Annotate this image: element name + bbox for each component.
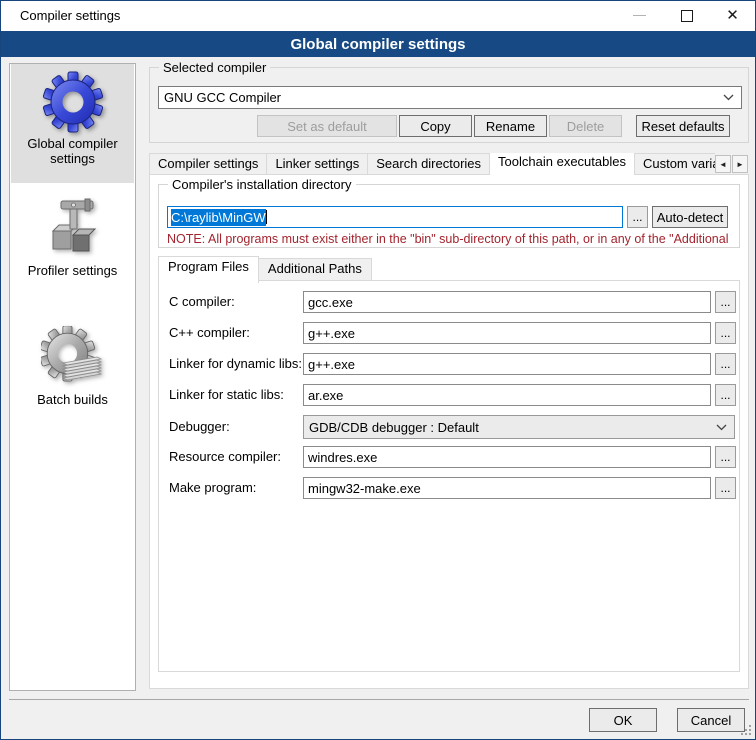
tab-toolchain-executables[interactable]: Toolchain executables bbox=[490, 153, 635, 175]
linker-dynamic-input[interactable] bbox=[303, 353, 711, 375]
bin-subdirectory-note: NOTE: All programs must exist either in … bbox=[167, 232, 733, 246]
compiler-select-value: GNU GCC Compiler bbox=[164, 90, 281, 105]
minimize-icon bbox=[633, 15, 646, 16]
linker-static-browse-button[interactable]: ... bbox=[715, 384, 736, 406]
linker-dynamic-browse-button[interactable]: ... bbox=[715, 353, 736, 375]
c-compiler-browse-button[interactable]: ... bbox=[715, 291, 736, 313]
tab-linker-settings[interactable]: Linker settings bbox=[267, 153, 368, 175]
sidebar-item-label: Batch builds bbox=[11, 392, 134, 407]
c-compiler-input[interactable] bbox=[303, 291, 711, 313]
tab-search-directories[interactable]: Search directories bbox=[368, 153, 490, 175]
installation-directory-group-label: Compiler's installation directory bbox=[168, 177, 356, 192]
text-caret bbox=[266, 210, 267, 224]
tab-scroll-right-button[interactable]: ► bbox=[732, 155, 748, 173]
window-title: Compiler settings bbox=[20, 8, 120, 23]
close-icon: ✕ bbox=[726, 8, 739, 23]
delete-button: Delete bbox=[549, 115, 622, 137]
caliper-icon bbox=[41, 197, 105, 261]
tab-custom-variables[interactable]: Custom variables bbox=[635, 153, 715, 175]
chevron-down-icon bbox=[723, 94, 734, 101]
resize-grip[interactable] bbox=[740, 724, 752, 736]
resource-compiler-browse-button[interactable]: ... bbox=[715, 446, 736, 468]
make-program-input[interactable] bbox=[303, 477, 711, 499]
ok-button[interactable]: OK bbox=[589, 708, 657, 732]
chevron-down-icon bbox=[716, 424, 727, 431]
install-dir-browse-button[interactable]: ... bbox=[627, 206, 648, 228]
program-files-page: C compiler: ... C++ compiler: ... Linker… bbox=[158, 280, 740, 672]
blue-gear-icon bbox=[41, 70, 105, 134]
cancel-button[interactable]: Cancel bbox=[677, 708, 745, 732]
auto-detect-button[interactable]: Auto-detect bbox=[652, 206, 728, 228]
compiler-tab-strip: Compiler settings Linker settings Search… bbox=[149, 151, 749, 175]
compiler-settings-dialog: Compiler settings ✕ Global compiler sett… bbox=[0, 0, 756, 740]
minimize-button[interactable] bbox=[617, 1, 662, 30]
resource-compiler-label: Resource compiler: bbox=[169, 449, 281, 464]
install-dir-input[interactable]: C:\raylib\MinGW bbox=[167, 206, 623, 228]
linker-dynamic-label: Linker for dynamic libs: bbox=[169, 356, 302, 371]
cpp-compiler-browse-button[interactable]: ... bbox=[715, 322, 736, 344]
footer-divider bbox=[9, 699, 749, 700]
tab-compiler-settings[interactable]: Compiler settings bbox=[149, 153, 267, 175]
make-program-browse-button[interactable]: ... bbox=[715, 477, 736, 499]
title-bar[interactable]: Compiler settings ✕ bbox=[1, 1, 755, 31]
close-button[interactable]: ✕ bbox=[710, 1, 755, 30]
rename-button[interactable]: Rename bbox=[474, 115, 547, 137]
tab-scroll-left-button[interactable]: ◄ bbox=[715, 155, 731, 173]
gray-gear-stack-icon bbox=[41, 326, 105, 390]
c-compiler-label: C compiler: bbox=[169, 294, 235, 309]
debugger-select[interactable]: GDB/CDB debugger : Default bbox=[303, 415, 735, 439]
linker-static-input[interactable] bbox=[303, 384, 711, 406]
reset-defaults-button[interactable]: Reset defaults bbox=[636, 115, 730, 137]
resource-compiler-input[interactable] bbox=[303, 446, 711, 468]
linker-static-label: Linker for static libs: bbox=[169, 387, 284, 402]
maximize-button[interactable] bbox=[664, 1, 709, 30]
selected-compiler-group-label: Selected compiler bbox=[159, 60, 270, 75]
banner-title: Global compiler settings bbox=[290, 36, 465, 53]
sidebar-item-label: Global compiler settings bbox=[11, 136, 134, 166]
sidebar-item-label: Profiler settings bbox=[11, 263, 134, 278]
installation-directory-group: Compiler's installation directory C:\ray… bbox=[158, 184, 740, 248]
tabs-row: Compiler settings Linker settings Search… bbox=[149, 153, 715, 175]
debugger-label: Debugger: bbox=[169, 419, 230, 434]
cpp-compiler-label: C++ compiler: bbox=[169, 325, 250, 340]
copy-button[interactable]: Copy bbox=[399, 115, 472, 137]
sidebar-item-global-compiler-settings[interactable]: Global compiler settings bbox=[11, 64, 134, 183]
maximize-icon bbox=[681, 10, 693, 22]
toolchain-executables-page: Compiler's installation directory C:\ray… bbox=[149, 174, 749, 689]
cpp-compiler-input[interactable] bbox=[303, 322, 711, 344]
settings-sidebar: Global compiler settings Profiler settin… bbox=[9, 63, 136, 691]
sidebar-item-profiler-settings[interactable]: Profiler settings bbox=[11, 191, 134, 291]
make-program-label: Make program: bbox=[169, 480, 256, 495]
program-files-tab-strip: Program Files Additional Paths bbox=[158, 258, 372, 281]
debugger-select-value: GDB/CDB debugger : Default bbox=[309, 420, 479, 435]
subtab-program-files[interactable]: Program Files bbox=[158, 256, 259, 283]
sidebar-item-batch-builds[interactable]: Batch builds bbox=[11, 320, 134, 420]
selected-compiler-group: Selected compiler GNU GCC Compiler Set a… bbox=[149, 67, 749, 143]
install-dir-selected-text: C:\raylib\MinGW bbox=[171, 209, 266, 226]
subtab-additional-paths[interactable]: Additional Paths bbox=[259, 258, 372, 281]
compiler-select[interactable]: GNU GCC Compiler bbox=[158, 86, 742, 109]
set-as-default-button: Set as default bbox=[257, 115, 397, 137]
dialog-banner: Global compiler settings bbox=[1, 31, 755, 57]
